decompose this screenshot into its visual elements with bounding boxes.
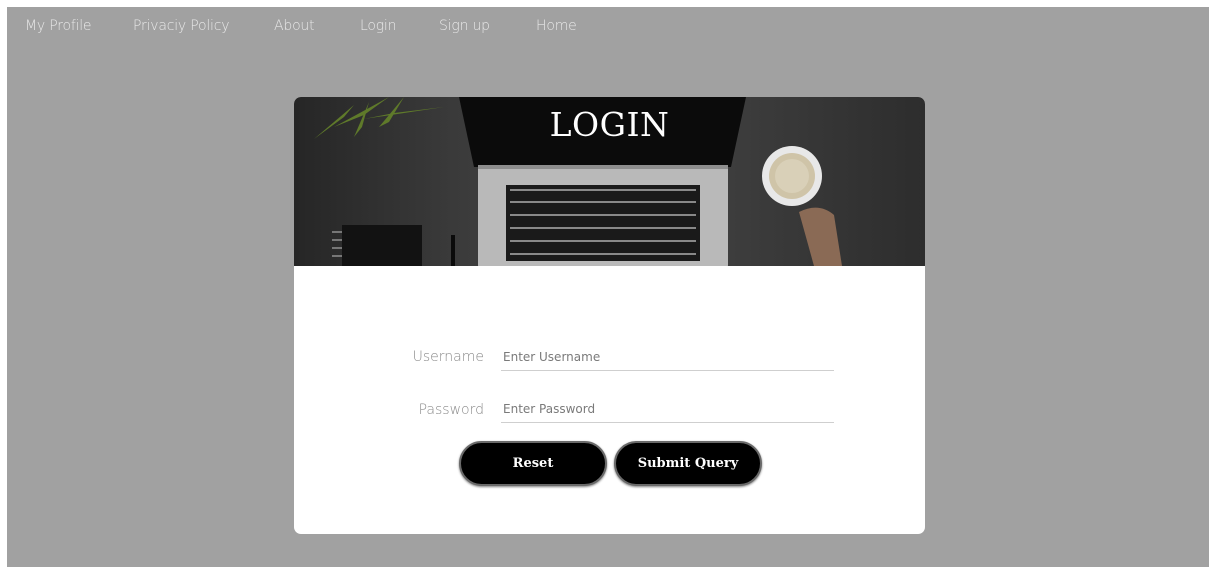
login-card: LOGIN Username Password Reset Submit Que… [294, 97, 925, 534]
page-background: My Profile Privaciy Policy About Login S… [7, 7, 1209, 567]
nav-home[interactable]: Home [536, 18, 577, 34]
password-label: Password [418, 402, 484, 418]
nav-login[interactable]: Login [360, 18, 396, 34]
password-input[interactable] [501, 396, 834, 423]
top-nav: My Profile Privaciy Policy About Login S… [7, 7, 1209, 47]
submit-query-button[interactable]: Submit Query [614, 441, 762, 486]
login-title: LOGIN [549, 105, 670, 144]
nav-sign-up[interactable]: Sign up [439, 18, 490, 34]
hero-image: LOGIN [294, 97, 925, 266]
nav-about[interactable]: About [274, 18, 315, 34]
nav-privacy-policy[interactable]: Privaciy Policy [133, 18, 230, 34]
nav-my-profile[interactable]: My Profile [25, 18, 92, 34]
reset-button[interactable]: Reset [459, 441, 607, 486]
username-label: Username [412, 349, 484, 365]
username-input[interactable] [501, 344, 834, 371]
